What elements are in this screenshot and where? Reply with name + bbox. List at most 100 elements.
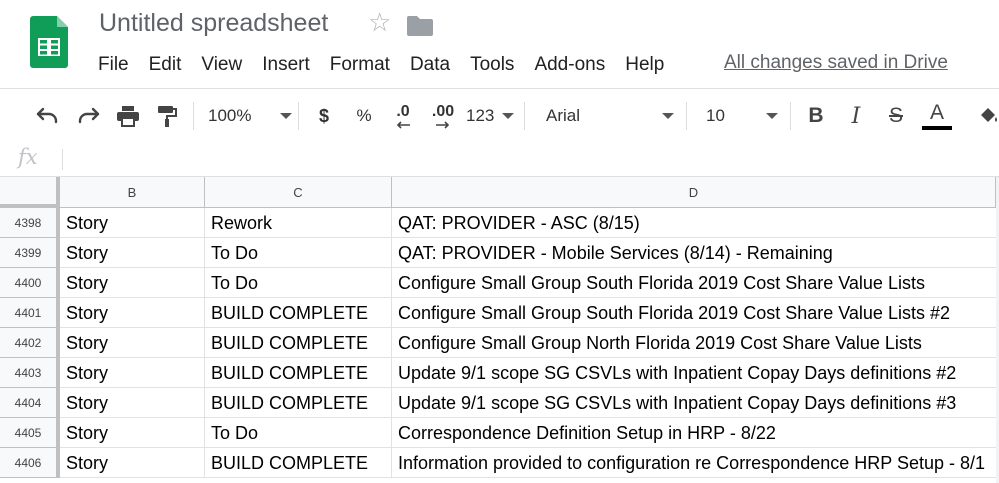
menu-bar: File Edit View Insert Format Data Tools … xyxy=(98,52,684,78)
cell-b[interactable]: Story xyxy=(60,418,205,448)
row-header[interactable]: 4399 xyxy=(0,238,60,268)
font-family-value: Arial xyxy=(546,106,581,125)
menu-insert[interactable]: Insert xyxy=(262,54,310,76)
cell-b[interactable]: Story xyxy=(60,388,205,418)
menu-data[interactable]: Data xyxy=(410,54,450,76)
cell-c[interactable]: BUILD COMPLETE xyxy=(205,388,392,418)
row-header[interactable]: 4401 xyxy=(0,298,60,328)
cell-d[interactable]: Information provided to configuration re… xyxy=(392,448,996,478)
row-header[interactable]: 4406 xyxy=(0,448,60,478)
arrow-right-icon xyxy=(436,121,450,129)
star-icon[interactable]: ☆ xyxy=(368,9,391,35)
cell-c[interactable]: BUILD COMPLETE xyxy=(205,358,392,388)
increase-decimal-button[interactable]: .00 xyxy=(424,89,462,143)
font-size-select[interactable]: 10 xyxy=(706,89,778,143)
cell-c[interactable]: BUILD COMPLETE xyxy=(205,328,392,358)
font-family-select[interactable]: Arial xyxy=(546,89,674,143)
chevron-down-icon xyxy=(502,113,514,119)
cell-d[interactable]: QAT: PROVIDER - ASC (8/15) xyxy=(392,208,997,238)
italic-button[interactable]: I xyxy=(842,89,870,143)
bold-button[interactable]: B xyxy=(802,89,830,143)
undo-button[interactable] xyxy=(30,89,64,143)
decrease-decimal-label: .0 xyxy=(396,103,410,120)
menu-addons[interactable]: Add-ons xyxy=(534,54,605,76)
menu-view[interactable]: View xyxy=(201,54,242,76)
row-header[interactable]: 4404 xyxy=(0,388,60,418)
cell-d[interactable]: Configure Small Group South Florida 2019… xyxy=(392,268,997,298)
table-row: 4399 Story To Do QAT: PROVIDER - Mobile … xyxy=(0,238,999,268)
row-header[interactable]: 4405 xyxy=(0,418,60,448)
cell-d[interactable]: QAT: PROVIDER - Mobile Services (8/14) -… xyxy=(392,238,997,268)
chevron-down-icon xyxy=(662,113,674,119)
chevron-down-icon xyxy=(280,113,292,119)
toolbar: 100% $ % .0 .00 123 Arial 10 B I S A xyxy=(0,88,999,144)
more-formats-select[interactable]: 123 xyxy=(466,89,514,143)
table-row: 4401 Story BUILD COMPLETE Configure Smal… xyxy=(0,298,999,328)
cell-b[interactable]: Story xyxy=(60,268,205,298)
row-header[interactable]: 4398 xyxy=(0,208,60,238)
cell-b[interactable]: Story xyxy=(60,358,205,388)
cell-b[interactable]: Story xyxy=(60,208,205,238)
print-button[interactable] xyxy=(112,89,144,143)
sheets-logo-icon[interactable] xyxy=(30,16,68,68)
save-status-link[interactable]: All changes saved in Drive xyxy=(724,52,948,74)
cell-c[interactable]: To Do xyxy=(205,238,392,268)
table-row: 4403 Story BUILD COMPLETE Update 9/1 sco… xyxy=(0,358,999,388)
document-title[interactable]: Untitled spreadsheet xyxy=(99,9,328,38)
column-header-b[interactable]: B xyxy=(60,177,205,208)
fill-color-button[interactable] xyxy=(977,89,999,143)
cell-b[interactable]: Story xyxy=(60,328,205,358)
fx-icon: fx xyxy=(18,145,38,169)
cell-c[interactable]: To Do xyxy=(205,268,392,298)
currency-format-button[interactable]: $ xyxy=(310,89,338,143)
cell-c[interactable]: To Do xyxy=(205,418,392,448)
paint-bucket-icon xyxy=(981,108,997,122)
menu-format[interactable]: Format xyxy=(330,54,390,76)
percent-format-button[interactable]: % xyxy=(350,89,378,143)
paint-format-button[interactable] xyxy=(152,89,182,143)
column-header-d[interactable]: D xyxy=(392,177,996,208)
cell-d[interactable]: Update 9/1 scope SG CSVLs with Inpatient… xyxy=(392,388,997,418)
cell-d[interactable]: Configure Small Group South Florida 2019… xyxy=(392,298,997,328)
zoom-select[interactable]: 100% xyxy=(208,89,292,143)
menu-help[interactable]: Help xyxy=(625,54,664,76)
cell-b[interactable]: Story xyxy=(60,298,205,328)
cell-b[interactable]: Story xyxy=(60,238,205,268)
text-color-button[interactable]: A xyxy=(920,89,954,143)
strikethrough-label: S xyxy=(888,104,903,127)
cell-d[interactable]: Update 9/1 scope SG CSVLs with Inpatient… xyxy=(392,358,997,388)
table-row: 4402 Story BUILD COMPLETE Configure Smal… xyxy=(0,328,999,358)
increase-decimal-label: .00 xyxy=(431,103,455,120)
toolbar-divider xyxy=(790,102,791,130)
text-color-swatch xyxy=(922,126,952,130)
text-color-label: A xyxy=(929,101,944,124)
select-all-corner[interactable] xyxy=(0,177,60,208)
italic-label: I xyxy=(851,103,861,129)
cell-b[interactable]: Story xyxy=(60,448,205,478)
toolbar-divider xyxy=(193,102,194,130)
zoom-value: 100% xyxy=(208,106,252,125)
cell-c[interactable]: BUILD COMPLETE xyxy=(205,298,392,328)
toolbar-divider xyxy=(686,102,687,130)
column-header-c[interactable]: C xyxy=(205,177,392,208)
formula-input[interactable] xyxy=(72,143,992,176)
print-icon xyxy=(117,106,139,127)
cell-c[interactable]: Rework xyxy=(205,208,392,238)
decrease-decimal-button[interactable]: .0 xyxy=(386,89,420,143)
menu-edit[interactable]: Edit xyxy=(149,54,182,76)
cell-d[interactable]: Configure Small Group North Florida 2019… xyxy=(392,328,997,358)
paint-format-icon xyxy=(158,106,177,127)
menu-tools[interactable]: Tools xyxy=(470,54,514,76)
table-row: 4398 Story Rework QAT: PROVIDER - ASC (8… xyxy=(0,208,999,238)
cell-d[interactable]: Correspondence Definition Setup in HRP -… xyxy=(392,418,997,448)
row-header[interactable]: 4400 xyxy=(0,268,60,298)
row-header[interactable]: 4402 xyxy=(0,328,60,358)
font-size-value: 10 xyxy=(706,106,725,125)
cell-c[interactable]: BUILD COMPLETE xyxy=(205,448,392,478)
folder-icon[interactable] xyxy=(407,14,433,36)
redo-button[interactable] xyxy=(72,89,106,143)
strikethrough-button[interactable]: S xyxy=(882,89,910,143)
menu-file[interactable]: File xyxy=(98,54,129,76)
spreadsheet-grid: B C D 4398 Story Rework QAT: PROVIDER - … xyxy=(0,177,999,483)
row-header[interactable]: 4403 xyxy=(0,358,60,388)
